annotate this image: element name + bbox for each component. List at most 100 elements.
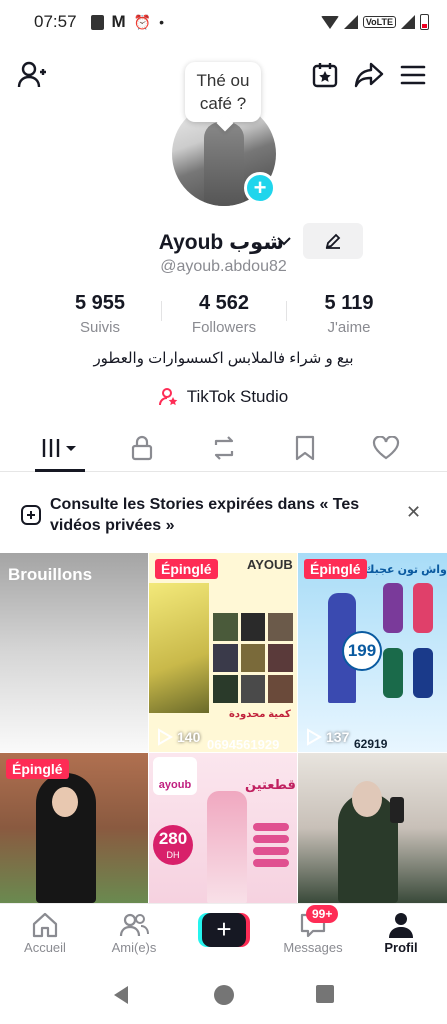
video-thumbnail[interactable] (298, 753, 447, 903)
divider (161, 301, 162, 321)
tab-reposts[interactable] (199, 432, 249, 464)
home-button-icon[interactable] (213, 984, 235, 1011)
nav-messages-label: Messages (283, 940, 343, 955)
status-time: 07:57 (34, 12, 77, 31)
feature-list (253, 823, 289, 883)
model-figure (413, 648, 433, 698)
video-thumbnail[interactable]: ayoub قطعتين 280 DH (149, 753, 297, 903)
nav-profile[interactable]: Profil (366, 910, 436, 955)
sim-icon (90, 14, 104, 30)
chevron-down-icon[interactable] (277, 233, 291, 249)
stat-label: J'aime (327, 319, 371, 336)
studio-icon (158, 388, 178, 406)
stories-banner[interactable]: Consulte les Stories expirées dans « Tes… (0, 482, 447, 544)
friends-icon (119, 913, 149, 937)
pinned-badge: Épinglé (155, 559, 218, 579)
alarm-icon: ⏰ (133, 13, 152, 30)
gmail-icon: M (111, 12, 126, 31)
note-bubble[interactable]: Thé ou café ? (185, 62, 261, 122)
tab-private[interactable] (117, 432, 167, 464)
headline-text: قطعتين (245, 777, 296, 792)
video-thumbnail[interactable]: AYOUB كمية محدودة 0694561929 Épinglé 140 (149, 553, 297, 752)
divider (286, 301, 287, 321)
add-story-icon[interactable]: + (244, 172, 276, 204)
phone-text: 62919 (354, 737, 388, 751)
product-grid (213, 613, 293, 703)
stat-value: 4 562 (198, 292, 250, 314)
tab-favorites[interactable] (280, 432, 330, 464)
tiktok-studio-link[interactable]: TikTok Studio (0, 387, 447, 407)
model-figure (383, 583, 403, 633)
model-figure (383, 648, 403, 698)
play-icon (158, 728, 173, 746)
stat-label: Followers (191, 319, 257, 336)
stories-banner-text: Consulte les Stories expirées dans « Tes… (50, 496, 360, 534)
video-thumbnail[interactable]: واش تون عجبك؟ 199 62919 Épinglé 137 (298, 553, 447, 752)
nav-home[interactable]: Accueil (10, 910, 80, 955)
studio-label: TikTok Studio (186, 387, 289, 406)
price-value: 280 (158, 829, 188, 848)
nav-home-label: Accueil (24, 940, 66, 955)
home-icon (32, 912, 58, 938)
phone-text: 0694561929 (207, 737, 280, 752)
battery-icon (420, 14, 429, 30)
stat-value: 5 119 (324, 292, 374, 314)
close-icon[interactable]: ✕ (406, 502, 421, 523)
brand-text: AYOUB (247, 557, 293, 572)
signal-icon (343, 15, 358, 29)
status-bar: 07:57 M ⏰ • VoLTE (0, 0, 447, 44)
system-nav-bar (0, 965, 447, 1024)
view-count: 137 (304, 728, 349, 746)
recents-icon[interactable] (315, 984, 335, 1009)
price-badge: 199 (342, 631, 382, 671)
tab-liked[interactable] (361, 432, 411, 464)
stat-likes[interactable]: 5 119 J'aime (299, 292, 399, 336)
tab-videos[interactable] (35, 432, 85, 464)
view-count-value: 140 (177, 729, 201, 745)
pinned-badge: Épinglé (6, 759, 69, 779)
signal-2-icon (401, 15, 415, 29)
stat-value: 5 955 (74, 292, 126, 314)
price-badge: 280 DH (153, 825, 193, 865)
note-line2: café ? (199, 94, 247, 113)
drafts-label: Brouillons (8, 565, 93, 584)
bookmark-icon (295, 435, 315, 461)
back-icon[interactable] (110, 984, 132, 1011)
profile-bio: بيع و شراء فالملابس اكسسوارات والعطور (93, 350, 354, 367)
play-icon (307, 728, 322, 746)
nav-friends[interactable]: Ami(e)s (99, 910, 169, 955)
menu-icon[interactable] (398, 60, 428, 90)
thumbnail-photo (149, 583, 209, 713)
share-icon[interactable] (354, 60, 384, 90)
grid-icon (42, 439, 76, 457)
note-line1: Thé ou (196, 71, 250, 90)
plus-icon: + (202, 913, 246, 947)
more-notifications-icon: • (159, 14, 165, 30)
calendar-star-icon[interactable] (310, 60, 340, 90)
video-thumbnail[interactable]: Épinglé (0, 753, 148, 903)
edit-profile-button[interactable] (303, 223, 363, 259)
profile-name[interactable]: Ayoub شوب (159, 230, 284, 255)
create-button[interactable]: + (198, 913, 250, 947)
add-story-icon (20, 504, 42, 531)
brand-logo: ayoub (153, 757, 197, 795)
view-count-value: 137 (326, 729, 350, 745)
heart-icon (372, 436, 400, 460)
stat-followers[interactable]: 4 562 Followers (174, 292, 274, 336)
stat-following[interactable]: 5 955 Suivis (50, 292, 150, 336)
stat-label: Suivis (79, 319, 120, 336)
view-count: 140 (155, 728, 200, 746)
headline-text: واش تون عجبك؟ (358, 564, 447, 576)
model-figure (207, 791, 247, 903)
lock-icon (131, 435, 153, 461)
thumbnail-photo (352, 781, 382, 817)
drafts-tile[interactable]: Brouillons (0, 553, 148, 752)
add-friend-icon[interactable] (17, 60, 47, 90)
model-figure (413, 583, 433, 633)
nav-friends-label: Ami(e)s (111, 940, 157, 955)
pinned-badge: Épinglé (304, 559, 367, 579)
pencil-icon (325, 233, 341, 249)
profile-handle: @ayoub.abdou82 (160, 258, 287, 275)
volte-badge: VoLTE (362, 16, 396, 28)
active-tab-indicator (35, 469, 85, 472)
